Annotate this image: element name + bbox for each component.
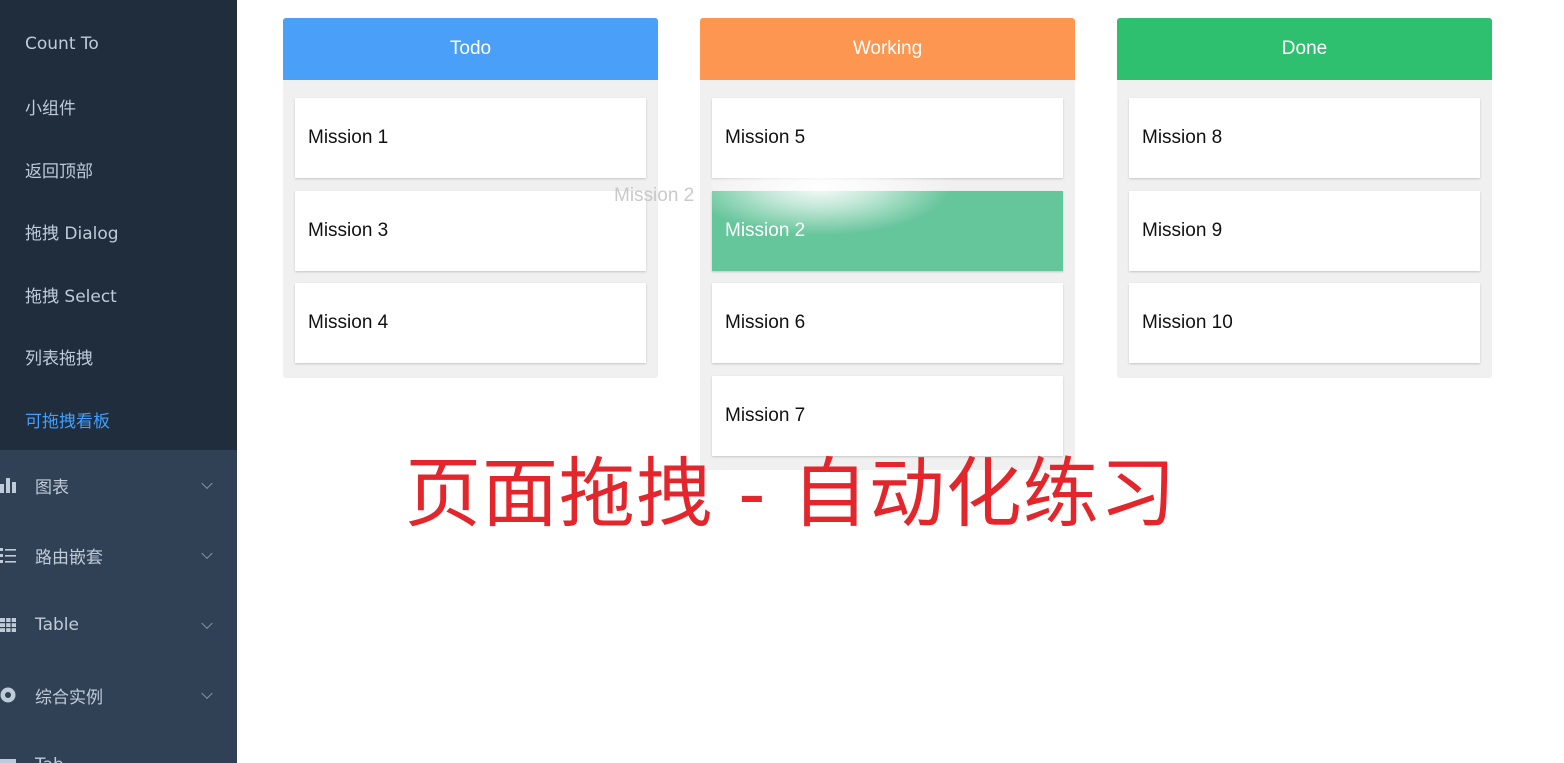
chevron-down-icon xyxy=(201,687,213,700)
sidebar-menu-nested-routes[interactable]: 路由嵌套 xyxy=(0,520,237,590)
components-submenu: Count To 小组件 返回顶部 拖拽 Dialog 拖拽 Select 列表… xyxy=(0,0,237,450)
mission-card[interactable]: Mission 6 xyxy=(712,283,1063,363)
sidebar-item-count-to[interactable]: Count To xyxy=(0,13,237,76)
board-list-todo: Mission 1 Mission 3 Mission 4 xyxy=(283,80,658,378)
sidebar-menu-label: 图表 xyxy=(35,477,69,498)
mission-card[interactable]: Mission 3 xyxy=(295,190,646,271)
sidebar-item-drag-dialog[interactable]: 拖拽 Dialog xyxy=(0,201,237,264)
mission-card[interactable]: Mission 8 xyxy=(1129,98,1480,178)
board-header-done: Done xyxy=(1117,18,1492,80)
component-icon xyxy=(0,685,18,705)
bar-chart-icon xyxy=(0,475,18,495)
sidebar-menu-label: Tab xyxy=(35,755,64,763)
mission-card[interactable]: Mission 10 xyxy=(1129,283,1480,363)
sidebar-menu-label: Table xyxy=(35,615,79,635)
board-done: Done Mission 8 Mission 9 Mission 10 xyxy=(1117,18,1492,378)
sidebar-item-drag-list[interactable]: 列表拖拽 xyxy=(0,326,237,389)
mission-card[interactable]: Mission 9 xyxy=(1129,190,1480,271)
sidebar-item-widgets[interactable]: 小组件 xyxy=(0,76,237,139)
sidebar-menu-examples[interactable]: 综合实例 xyxy=(0,660,237,730)
sidebar-menu-tab[interactable]: Tab xyxy=(0,730,237,763)
list-icon xyxy=(0,545,18,565)
board-header-todo: Todo xyxy=(283,18,658,80)
sidebar-item-drag-select[interactable]: 拖拽 Select xyxy=(0,263,237,326)
overlay-title: 页面拖拽 - 自动化练习 xyxy=(405,449,1177,538)
chevron-down-icon xyxy=(201,547,213,560)
sidebar-menu-label: 路由嵌套 xyxy=(35,547,103,568)
mission-card-drop-placeholder[interactable]: Mission 2 xyxy=(712,190,1063,271)
sidebar-item-drag-kanban[interactable]: 可拖拽看板 xyxy=(0,388,237,451)
sidebar-menu-charts[interactable]: 图表 xyxy=(0,450,237,520)
board-header-working: Working xyxy=(700,18,1075,80)
table-icon xyxy=(0,615,18,635)
board-todo: Todo Mission 1 Mission 3 Mission 4 xyxy=(283,18,658,378)
sidebar-menu-label: 综合实例 xyxy=(35,687,103,708)
tab-icon xyxy=(0,755,18,763)
chevron-down-icon xyxy=(201,617,213,630)
board-working: Working Mission 5 Mission 2 Mission 6 Mi… xyxy=(700,18,1075,470)
mission-card[interactable]: Mission 1 xyxy=(295,98,646,178)
board-list-done: Mission 8 Mission 9 Mission 10 xyxy=(1117,80,1492,378)
mission-card[interactable]: Mission 4 xyxy=(295,283,646,363)
sidebar-item-back-to-top[interactable]: 返回顶部 xyxy=(0,138,237,201)
mission-card[interactable]: Mission 5 xyxy=(712,98,1063,178)
sidebar-menu-table[interactable]: Table xyxy=(0,590,237,660)
board-list-working: Mission 5 Mission 2 Mission 6 Mission 7 xyxy=(700,80,1075,470)
chevron-down-icon xyxy=(201,477,213,490)
sidebar: Count To 小组件 返回顶部 拖拽 Dialog 拖拽 Select 列表… xyxy=(0,0,237,763)
